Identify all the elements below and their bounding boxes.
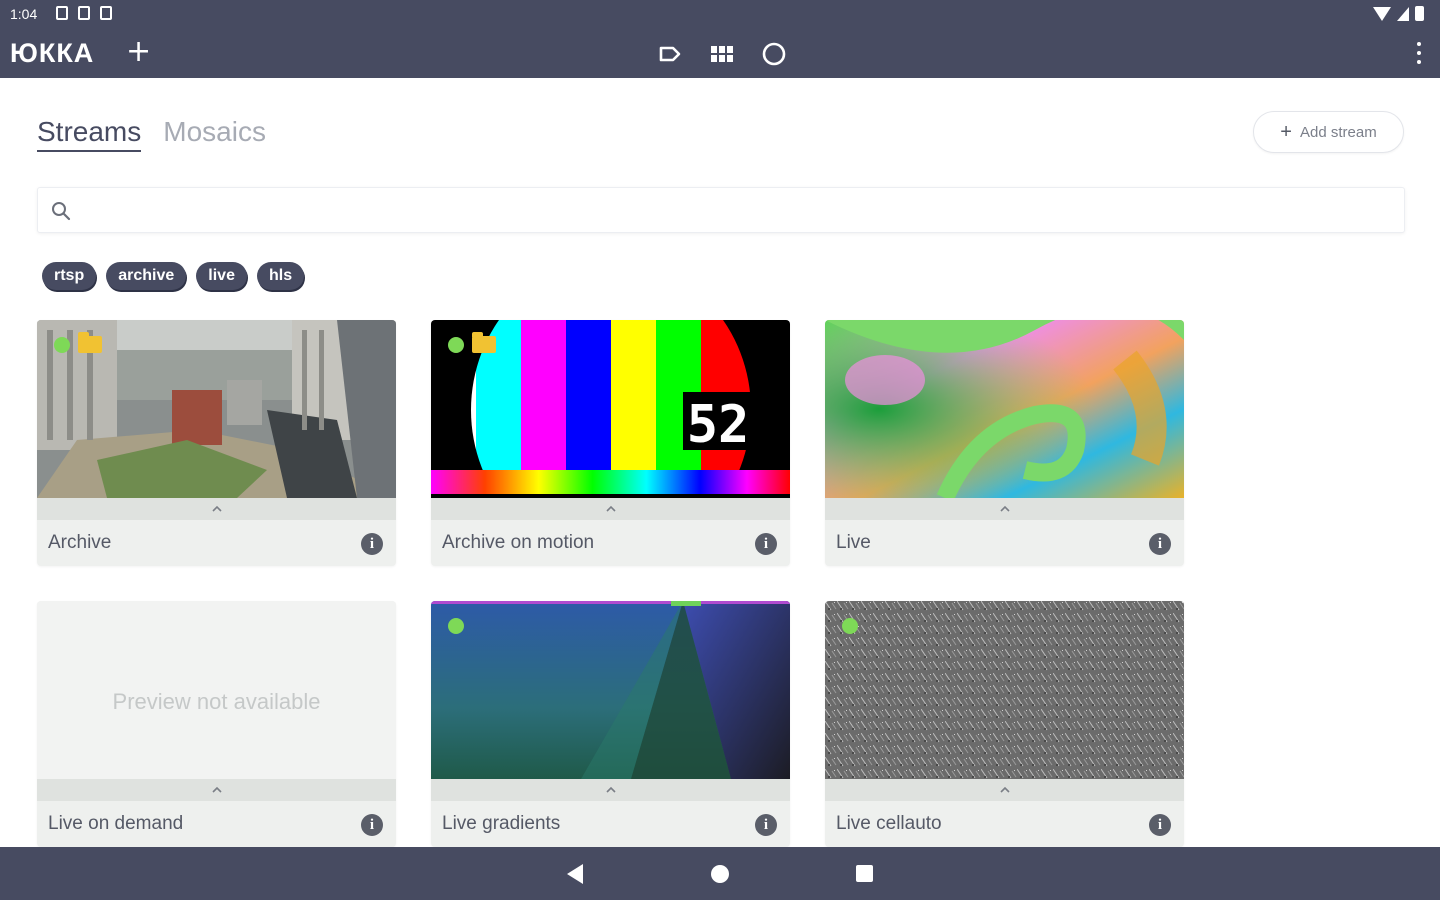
home-icon[interactable] (711, 865, 729, 883)
tab-mosaics[interactable]: Mosaics (163, 116, 266, 152)
system-nav-bar (0, 847, 1440, 900)
info-icon[interactable]: i (755, 814, 777, 836)
status-system-icons (1373, 6, 1424, 21)
fractal-preview-image (825, 320, 1184, 498)
clipboard-icon (100, 6, 112, 20)
stream-card-live-gradients[interactable]: Live gradients i (431, 601, 790, 847)
search-bar[interactable] (37, 187, 1405, 233)
stream-card-archive-on-motion[interactable]: 52 Archive on motion i (431, 320, 790, 566)
tag-hls[interactable]: hls (256, 262, 305, 290)
info-icon[interactable]: i (361, 814, 383, 836)
tag-icon[interactable] (656, 40, 684, 68)
stream-title: Archive on motion (442, 532, 595, 553)
plus-icon[interactable]: + (126, 35, 151, 69)
stream-card-live-cellauto[interactable]: Live cellauto i (825, 601, 1184, 847)
plus-icon: + (1280, 121, 1292, 143)
live-indicator-dot (54, 337, 70, 353)
noise-preview-image (825, 601, 1184, 779)
search-icon (52, 202, 71, 221)
chevron-up-icon[interactable] (37, 498, 396, 520)
stream-preview[interactable]: 52 (431, 320, 790, 498)
chevron-up-icon[interactable] (431, 779, 790, 801)
more-vert-icon[interactable] (1416, 42, 1422, 64)
test-pattern-counter: 52 (687, 395, 750, 455)
battery-icon (1415, 6, 1424, 21)
grid-icon[interactable] (708, 40, 736, 68)
archive-folder-icon (472, 332, 496, 353)
chevron-up-icon[interactable] (37, 779, 396, 801)
info-icon[interactable]: i (755, 533, 777, 555)
add-stream-label: Add stream (1299, 123, 1377, 141)
gradient-preview-image (431, 601, 790, 779)
stream-card-archive[interactable]: Archive i (37, 320, 396, 566)
signal-icon (1397, 6, 1409, 21)
sd-card-icon (78, 6, 90, 20)
tag-filters: rtsp archive live hls (42, 262, 305, 290)
status-time: 1:04 (10, 6, 38, 22)
tag-live[interactable]: live (196, 262, 247, 290)
status-bar: 1:04 (0, 0, 1440, 28)
live-indicator-dot (448, 337, 464, 353)
info-icon[interactable]: i (361, 533, 383, 555)
preview-not-available-text: Preview not available (112, 689, 321, 714)
stream-title: Archive (48, 532, 112, 553)
back-icon[interactable] (567, 864, 583, 884)
live-indicator-dot (842, 618, 858, 634)
chevron-up-icon[interactable] (825, 498, 1184, 520)
stream-preview[interactable] (825, 601, 1184, 779)
status-notification-icons (56, 6, 112, 20)
recent-apps-icon[interactable] (856, 865, 873, 882)
circle-icon[interactable] (760, 40, 788, 68)
chevron-up-icon[interactable] (825, 779, 1184, 801)
stream-card-live[interactable]: Live i (825, 320, 1184, 566)
app-logo[interactable]: ЮККА (10, 38, 94, 69)
stream-card-live-on-demand[interactable]: Preview not available Live on demand i (37, 601, 396, 847)
stream-preview[interactable] (37, 320, 396, 498)
add-stream-button[interactable]: + Add stream (1253, 111, 1404, 153)
top-bar: 1:04 ЮККА + (0, 0, 1440, 78)
app-bar: ЮККА + (0, 30, 1440, 78)
stream-preview[interactable] (825, 320, 1184, 498)
live-indicator-dot (448, 618, 464, 634)
stream-title: Live cellauto (836, 813, 942, 834)
stream-preview[interactable] (431, 601, 790, 779)
stream-preview[interactable]: Preview not available (37, 601, 396, 779)
archive-folder-icon (78, 332, 102, 353)
tag-rtsp[interactable]: rtsp (42, 262, 97, 290)
app-bar-actions (656, 40, 788, 68)
tabs: Streams Mosaics (37, 116, 266, 152)
search-input[interactable] (82, 196, 1382, 224)
chevron-up-icon[interactable] (431, 498, 790, 520)
main-content: Streams Mosaics + Add stream rtsp archiv… (0, 78, 1440, 847)
stream-title: Live gradients (442, 813, 561, 834)
info-icon[interactable]: i (1149, 814, 1171, 836)
tab-streams[interactable]: Streams (37, 116, 142, 152)
info-icon[interactable]: i (1149, 533, 1171, 555)
wifi-icon (1373, 6, 1391, 21)
stream-title: Live on demand (48, 813, 184, 834)
notification-icon (56, 6, 68, 20)
stream-title: Live (836, 532, 871, 553)
tag-archive[interactable]: archive (106, 262, 187, 290)
